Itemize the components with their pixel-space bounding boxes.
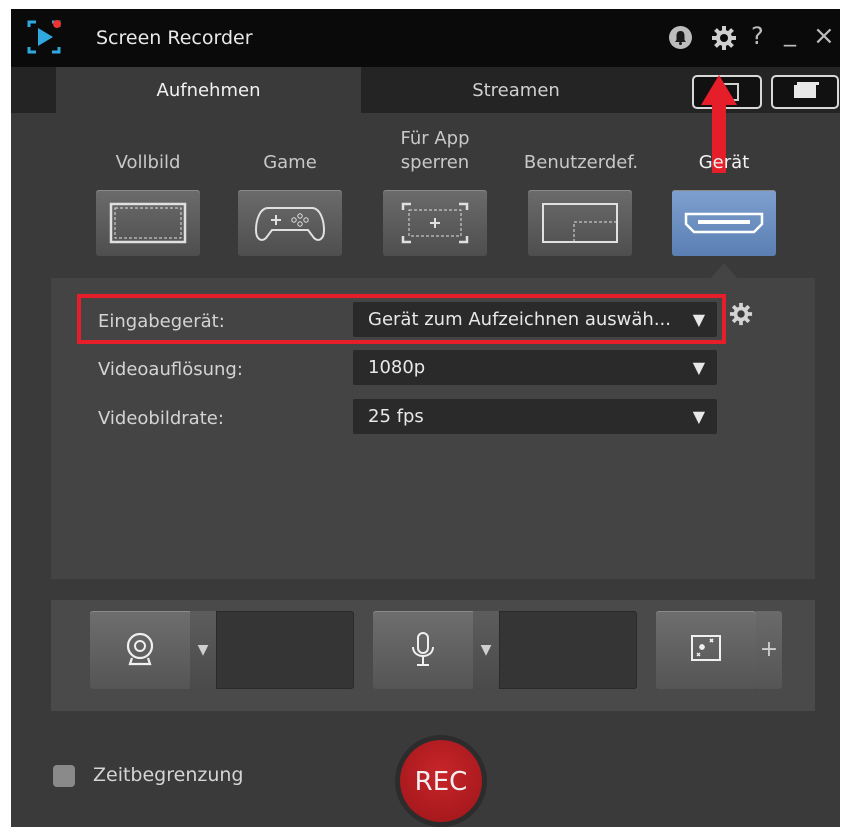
- app-logo-icon: [27, 20, 61, 54]
- minimize-icon[interactable]: _: [784, 19, 796, 47]
- mode-label-app-lock-line1: Für App: [400, 128, 470, 149]
- mode-device-button[interactable]: [672, 190, 776, 256]
- resolution-value: 1080p: [368, 357, 426, 378]
- rec-button[interactable]: REC: [400, 740, 482, 822]
- notification-bell-icon[interactable]: [669, 26, 692, 49]
- webcam-toggle-button[interactable]: [90, 611, 190, 689]
- mode-label-custom: Benutzerdef.: [523, 152, 639, 173]
- add-effect-button[interactable]: +: [756, 611, 782, 689]
- app-lock-icon: [401, 202, 469, 244]
- webcam-source: ▼: [90, 611, 354, 689]
- framerate-dropdown[interactable]: 25 fps ▼: [353, 399, 717, 434]
- app-title: Screen Recorder: [96, 27, 253, 49]
- title-bar: Screen Recorder ? _ ×: [11, 9, 840, 67]
- webcam-preview-slot: [216, 611, 354, 689]
- window-mode-button[interactable]: [771, 75, 839, 109]
- webcam-options-dropdown[interactable]: ▼: [190, 611, 216, 689]
- mode-custom-button[interactable]: [528, 190, 632, 256]
- mode-label-app-lock-line2: sperren: [400, 152, 470, 173]
- mode-app-lock-button[interactable]: [383, 190, 487, 256]
- webcam-icon: [126, 632, 154, 666]
- device-settings-gear-icon[interactable]: [729, 302, 753, 326]
- microphone-toggle-button[interactable]: [373, 611, 473, 689]
- microphone-level-slot: [499, 611, 637, 689]
- mode-label-vollbild: Vollbild: [115, 152, 181, 173]
- window-stack-icon: [794, 82, 819, 98]
- time-limit-checkbox[interactable]: [53, 765, 75, 787]
- mode-label-game: Game: [263, 152, 317, 173]
- annotation-highlight-box: [77, 294, 726, 344]
- mode-label-device: Gerät: [698, 152, 750, 173]
- help-icon[interactable]: ?: [751, 22, 764, 50]
- resolution-dropdown[interactable]: 1080p ▼: [353, 350, 717, 385]
- hdmi-device-icon: [684, 212, 764, 234]
- chevron-down-icon: ▼: [692, 358, 705, 377]
- time-limit-label: Zeitbegrenzung: [93, 764, 244, 786]
- screen-recorder-window: Screen Recorder ? _ × Aufnehmen Streamen: [11, 9, 840, 827]
- effects-button[interactable]: [656, 611, 756, 689]
- mode-fullscreen-button[interactable]: [96, 190, 200, 256]
- resolution-label: Videoauflösung:: [98, 359, 243, 380]
- close-icon[interactable]: ×: [813, 21, 835, 51]
- fullscreen-icon: [109, 202, 187, 244]
- settings-gear-icon[interactable]: [711, 25, 737, 51]
- chevron-down-icon: ▼: [692, 407, 705, 426]
- framerate-label: Videobildrate:: [98, 408, 224, 429]
- microphone-options-dropdown[interactable]: ▼: [473, 611, 499, 689]
- mode-game-button[interactable]: [238, 190, 342, 256]
- tab-streamen[interactable]: Streamen: [361, 67, 671, 113]
- gamepad-icon: [254, 207, 326, 241]
- selection-pointer: [710, 263, 738, 279]
- custom-area-icon: [542, 203, 618, 243]
- microphone-source: ▼: [373, 611, 637, 689]
- effects-sparkle-icon: [691, 635, 721, 661]
- framerate-value: 25 fps: [368, 406, 424, 427]
- tab-aufnehmen[interactable]: Aufnehmen: [56, 67, 361, 113]
- mode-label-app-lock: Für App sperren: [383, 127, 487, 175]
- microphone-icon: [412, 632, 434, 666]
